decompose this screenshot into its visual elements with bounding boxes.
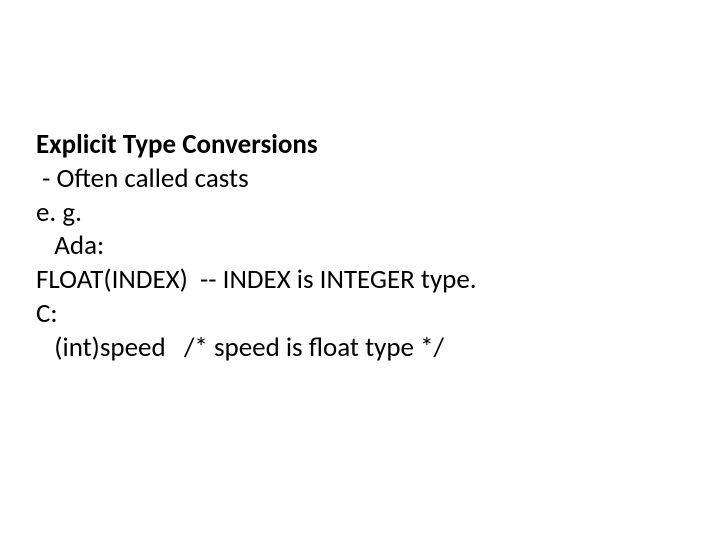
slide-line: (int)speed /* speed is float type */ <box>36 331 684 365</box>
slide-line: C: <box>36 297 684 331</box>
slide-heading: Explicit Type Conversions <box>36 128 684 162</box>
slide-line: FLOAT(INDEX) -- INDEX is INTEGER type. <box>36 263 684 297</box>
slide-line: Ada: <box>36 229 684 263</box>
slide-line: - Often called casts <box>36 162 684 196</box>
slide-content: Explicit Type Conversions - Often called… <box>36 128 684 364</box>
slide-line: e. g. <box>36 196 684 230</box>
